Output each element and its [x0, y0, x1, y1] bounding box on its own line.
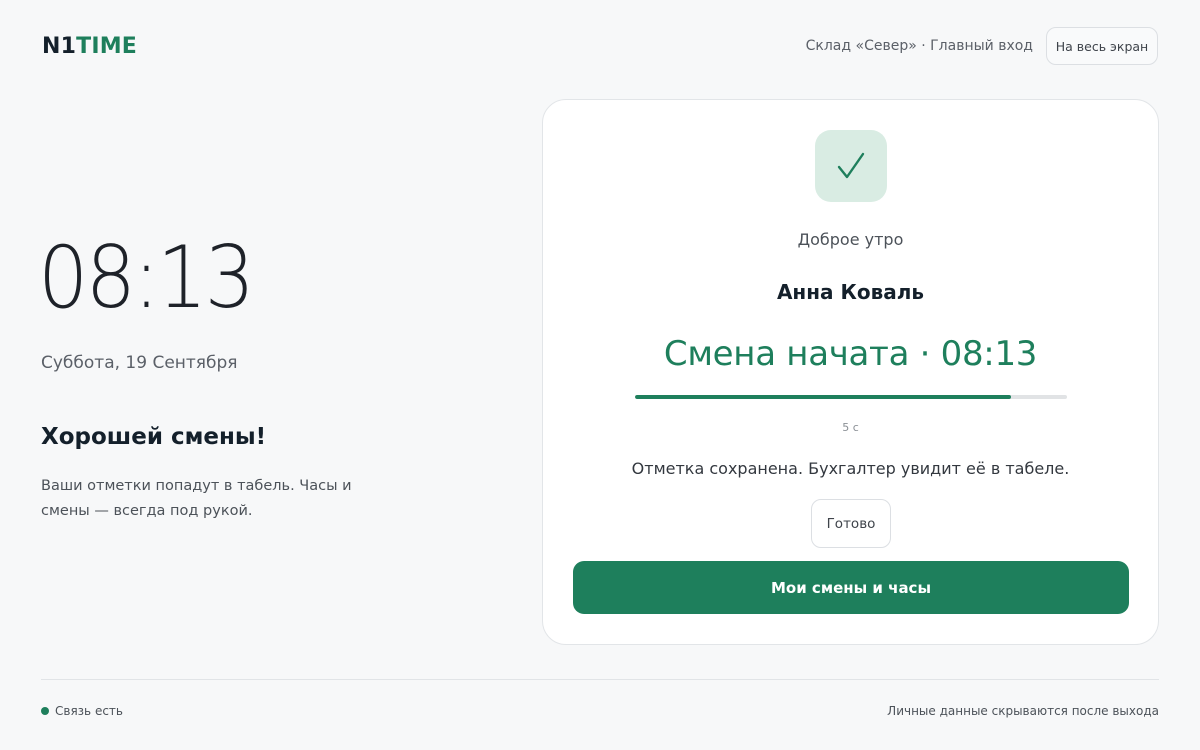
connection-status-label: Связь есть — [55, 704, 123, 718]
auto-close-progress — [635, 395, 1067, 399]
footer-divider — [41, 679, 1159, 680]
fullscreen-button[interactable]: На весь экран — [1046, 27, 1158, 65]
logo-n1: N1 — [42, 34, 77, 59]
confirmation-card: Доброе утро Анна Коваль Смена начата · 0… — [542, 99, 1159, 645]
current-date: Суббота, 19 Сентября — [41, 353, 238, 373]
privacy-note: Личные данные скрываются после выхода — [887, 704, 1159, 718]
my-shifts-button[interactable]: Мои смены и часы — [573, 561, 1129, 614]
app-logo: N1TIME — [42, 34, 137, 59]
logo-time: TIME — [76, 34, 138, 59]
salute-text: Доброе утро — [797, 230, 904, 249]
employee-name: Анна Коваль — [776, 280, 925, 304]
online-dot-icon — [41, 707, 49, 715]
done-button[interactable]: Готово — [811, 499, 891, 548]
check-icon — [815, 130, 887, 202]
kiosk-page: N1TIME Склад «Север» · Главный вход На в… — [0, 0, 1200, 750]
greeting-heading: Хорошей смены! — [41, 424, 267, 450]
saved-note: Отметка сохранена. Бухгалтер увидит её в… — [631, 459, 1070, 478]
shift-status: Смена начата · 08:13 — [663, 334, 1038, 374]
location-label: Склад «Север» · Главный вход — [805, 38, 1033, 54]
tagline-text: Ваши отметки попадут в табель. Часы и см… — [41, 478, 352, 519]
auto-close-progress-fill — [635, 395, 1011, 399]
clock: 08:13 — [38, 228, 255, 328]
countdown-label: 5 с — [842, 421, 859, 434]
check-icon-glyph — [837, 152, 865, 179]
connection-status: Связь есть — [41, 704, 123, 718]
